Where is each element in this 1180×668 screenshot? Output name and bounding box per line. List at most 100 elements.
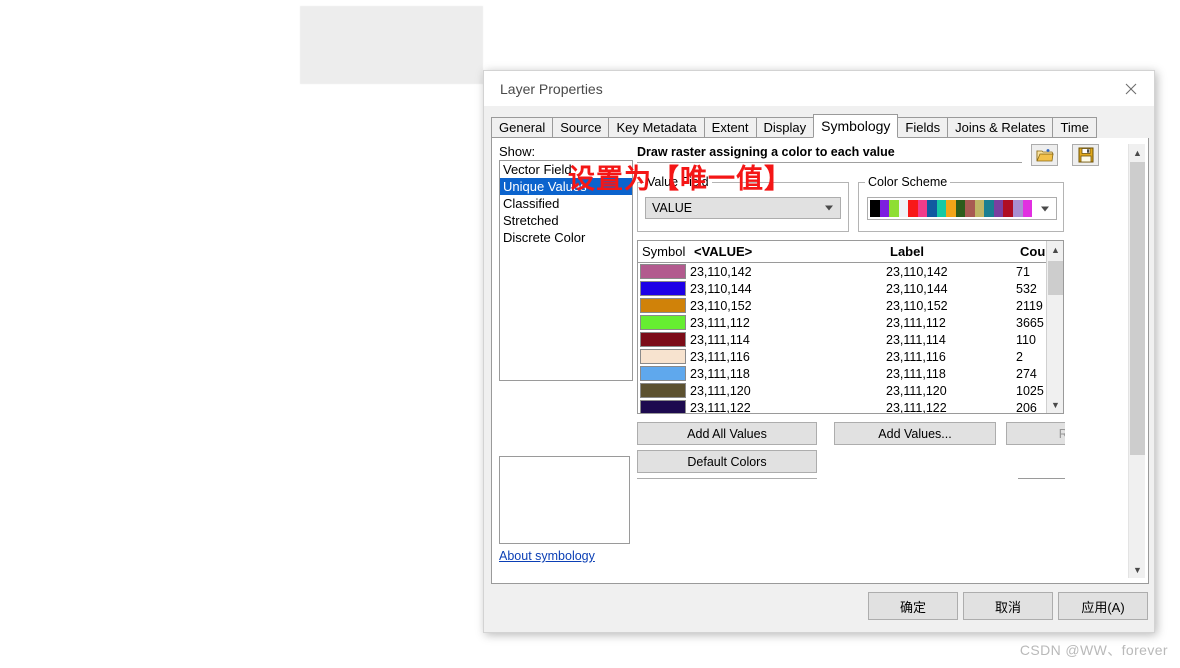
show-list[interactable]: Vector Field Unique Values Classified Stret… [499,160,633,381]
colormap-dropdown-button[interactable]: Colormap [637,478,817,479]
dialog-title: Layer Properties [500,80,603,97]
table-body[interactable]: 23,110,142 23,110,142 71 23,110,144 23,110,1… [638,263,1063,414]
show-item-vector-field[interactable]: Vector Field [500,161,632,178]
tab-fields[interactable]: Fields [897,117,949,138]
nodata-color-swatch[interactable] [1018,478,1065,479]
table-row[interactable]: 23,111,114 23,111,114 110 [638,331,1063,348]
color-scheme-select[interactable] [867,197,1057,220]
cancel-button[interactable]: 取消 [963,592,1053,620]
about-symbology-link[interactable]: About symbology [499,549,595,563]
color-scheme-group: Color Scheme [858,175,1064,232]
cell-label[interactable]: 23,111,116 [886,350,1016,364]
content-pane-scrollbar-thumb[interactable] [1130,162,1145,455]
cell-value: 23,111,116 [690,349,750,364]
scroll-up-icon[interactable]: ▲ [1047,241,1063,258]
tab-joins-relates[interactable]: Joins & Relates [947,117,1054,138]
value-field-selected: VALUE [652,201,693,215]
cell-value: 23,111,118 [690,366,750,381]
show-label: Show: [499,144,536,159]
ramp-color-3 [898,200,909,217]
divider [637,162,1022,163]
value-field-group-label: Value Field [644,175,712,189]
ramp-color-5 [917,200,928,217]
cell-label[interactable]: 23,111,112 [886,316,1016,330]
column-header-label: Label [890,244,924,259]
table-row[interactable]: 23,111,116 23,111,116 2 [638,348,1063,365]
chevron-down-icon [825,205,833,211]
table-row[interactable]: 23,111,112 23,111,112 3665 [638,314,1063,331]
tab-extent[interactable]: Extent [703,117,757,138]
cell-label[interactable]: 23,111,118 [886,367,1016,381]
ramp-color-15 [1012,200,1023,217]
ok-button[interactable]: 确定 [868,592,958,620]
screen: CSDN @WW、forever Layer Properties Genera… [0,0,1180,668]
cell-label[interactable]: 23,110,144 [886,282,1016,296]
symbol-swatch[interactable] [640,281,686,296]
symbology-content-pane: Draw raster assigning a color to each va… [636,143,1146,579]
tab-display[interactable]: Display [755,117,815,138]
content-pane-scrollbar[interactable]: ▲ ▼ [1128,144,1145,578]
table-scrollbar[interactable]: ▲ ▼ [1046,241,1063,413]
add-values-button[interactable]: Add Values... [834,422,996,445]
cell-label[interactable]: 23,110,152 [886,299,1016,313]
tab-key-metadata[interactable]: Key Metadata [608,117,705,138]
symbol-swatch[interactable] [640,298,686,313]
dialog-titlebar: Layer Properties [484,71,1154,106]
table-header-row: Symbol <VALUE> Label Count [638,241,1063,263]
value-field-group: Value Field VALUE [637,175,849,232]
show-item-unique-values[interactable]: Unique Values [500,178,632,195]
tab-time[interactable]: Time [1052,117,1097,138]
tab-symbology[interactable]: Symbology [813,114,899,138]
symbol-swatch[interactable] [640,332,686,347]
symbol-swatch[interactable] [640,315,686,330]
cell-label[interactable]: 23,111,120 [886,384,1016,398]
ramp-color-7 [936,200,947,217]
show-item-stretched[interactable]: Stretched [500,212,632,229]
apply-button[interactable]: 应用(A) [1058,592,1148,620]
unique-values-table[interactable]: Symbol <VALUE> Label Count 23,110,142 23,… [637,240,1064,414]
default-colors-button[interactable]: Default Colors [637,450,817,473]
show-item-discrete-color[interactable]: Discrete Color [500,229,632,246]
ramp-color-2 [889,200,899,217]
ramp-color-8 [946,200,956,217]
symbol-swatch[interactable] [640,400,686,413]
cell-label[interactable]: 23,111,114 [886,333,1016,347]
color-scheme-group-label: Color Scheme [865,175,951,189]
add-all-values-button[interactable]: Add All Values [637,422,817,445]
cell-value: 23,111,120 [690,383,751,398]
table-row[interactable]: 23,110,152 23,110,152 2119 [638,297,1063,314]
table-row[interactable]: 23,111,118 23,111,118 274 [638,365,1063,382]
scroll-up-icon[interactable]: ▲ [1129,144,1146,161]
symbol-swatch[interactable] [640,264,686,279]
watermark: CSDN @WW、forever [1019,642,1168,658]
cell-value: 23,111,112 [690,315,750,330]
remove-button: Remove [1006,422,1065,445]
column-header-symbol: Symbol [642,244,686,259]
table-row[interactable]: 23,111,122 23,111,122 206 [638,399,1063,414]
symbol-swatch[interactable] [640,349,686,364]
symbology-preview-thumbnail [499,456,630,544]
ramp-color-16 [1022,200,1033,217]
table-row[interactable]: 23,110,142 23,110,142 71 [638,263,1063,280]
save-icon[interactable] [1072,144,1099,166]
scroll-down-icon[interactable]: ▼ [1047,396,1063,413]
table-row[interactable]: 23,110,144 23,110,144 532 [638,280,1063,297]
symbol-swatch[interactable] [640,366,686,381]
tab-strip: General Source Key Metadata Extent Display Sy… [491,114,1147,139]
folder-open-icon[interactable] [1031,144,1058,166]
cell-label[interactable]: 23,111,122 [886,401,1016,414]
scroll-down-icon[interactable]: ▼ [1129,561,1146,578]
cell-label[interactable]: 23,110,142 [886,265,1016,279]
table-row[interactable]: 23,111,120 23,111,120 1025 [638,382,1063,399]
tab-source[interactable]: Source [552,117,610,138]
table-scrollbar-thumb[interactable] [1048,261,1063,295]
show-item-classified[interactable]: Classified [500,195,632,212]
ramp-color-1 [879,200,890,217]
tab-general[interactable]: General [491,117,554,138]
ramp-color-0 [870,200,880,217]
value-field-select[interactable]: VALUE [645,197,841,219]
close-icon[interactable] [1108,71,1154,106]
ramp-color-14 [1003,200,1013,217]
cell-value: 23,110,142 [690,264,752,279]
symbol-swatch[interactable] [640,383,686,398]
